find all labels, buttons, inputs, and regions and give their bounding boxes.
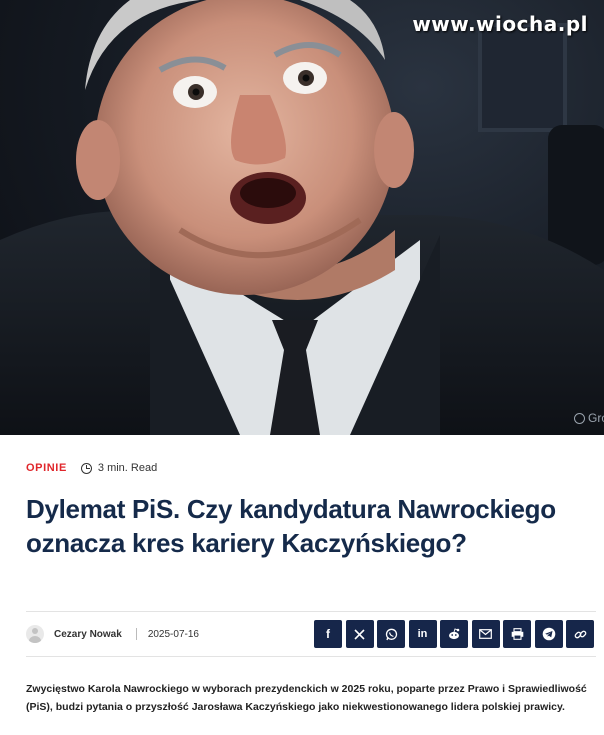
watermark: www.wiocha.pl <box>412 12 588 36</box>
divider-top <box>26 611 596 612</box>
article-headline: Dylemat PiS. Czy kandydatura Nawrockiego… <box>26 494 556 558</box>
print-button[interactable] <box>503 620 531 648</box>
x-share-button[interactable] <box>345 620 374 648</box>
refresh-icon <box>573 412 585 424</box>
publish-date: 2025-07-16 <box>147 628 199 640</box>
facebook-icon: f <box>326 627 330 641</box>
linkedin-icon: in <box>417 628 428 640</box>
linkedin-share-button[interactable]: in <box>408 620 437 648</box>
category-link[interactable]: OPINIE <box>26 462 67 474</box>
separator <box>135 628 137 640</box>
x-icon <box>354 628 365 640</box>
telegram-icon <box>542 627 556 641</box>
clock-icon <box>80 462 92 474</box>
image-credit-text: Gro <box>587 411 604 425</box>
divider-bottom <box>26 656 596 657</box>
facebook-share-button[interactable]: f <box>314 620 342 648</box>
hero-image: www.wiocha.pl Gro <box>0 0 604 435</box>
telegram-share-button[interactable] <box>534 620 563 648</box>
share-bar: f in <box>314 620 594 648</box>
email-share-button[interactable] <box>471 620 500 648</box>
print-icon <box>511 628 524 640</box>
read-time: 3 min. Read <box>80 462 158 474</box>
hero-illustration <box>0 0 604 435</box>
article-lead: Zwycięstwo Karola Nawrockiego w wyborach… <box>26 683 587 713</box>
copy-link-button[interactable] <box>566 620 594 648</box>
reddit-icon <box>447 628 461 640</box>
link-icon <box>574 628 587 641</box>
author-name[interactable]: Cezary Nowak <box>54 629 122 640</box>
whatsapp-share-button[interactable] <box>377 620 405 648</box>
read-time-text: 3 min. Read <box>97 462 158 474</box>
article-meta: OPINIE 3 min. Read <box>26 462 157 474</box>
email-icon <box>479 629 492 639</box>
image-credit: Gro <box>573 411 604 425</box>
reddit-share-button[interactable] <box>440 620 468 648</box>
author-row: Cezary Nowak 2025-07-16 <box>26 620 199 648</box>
avatar[interactable] <box>26 625 44 643</box>
whatsapp-icon <box>385 628 398 641</box>
